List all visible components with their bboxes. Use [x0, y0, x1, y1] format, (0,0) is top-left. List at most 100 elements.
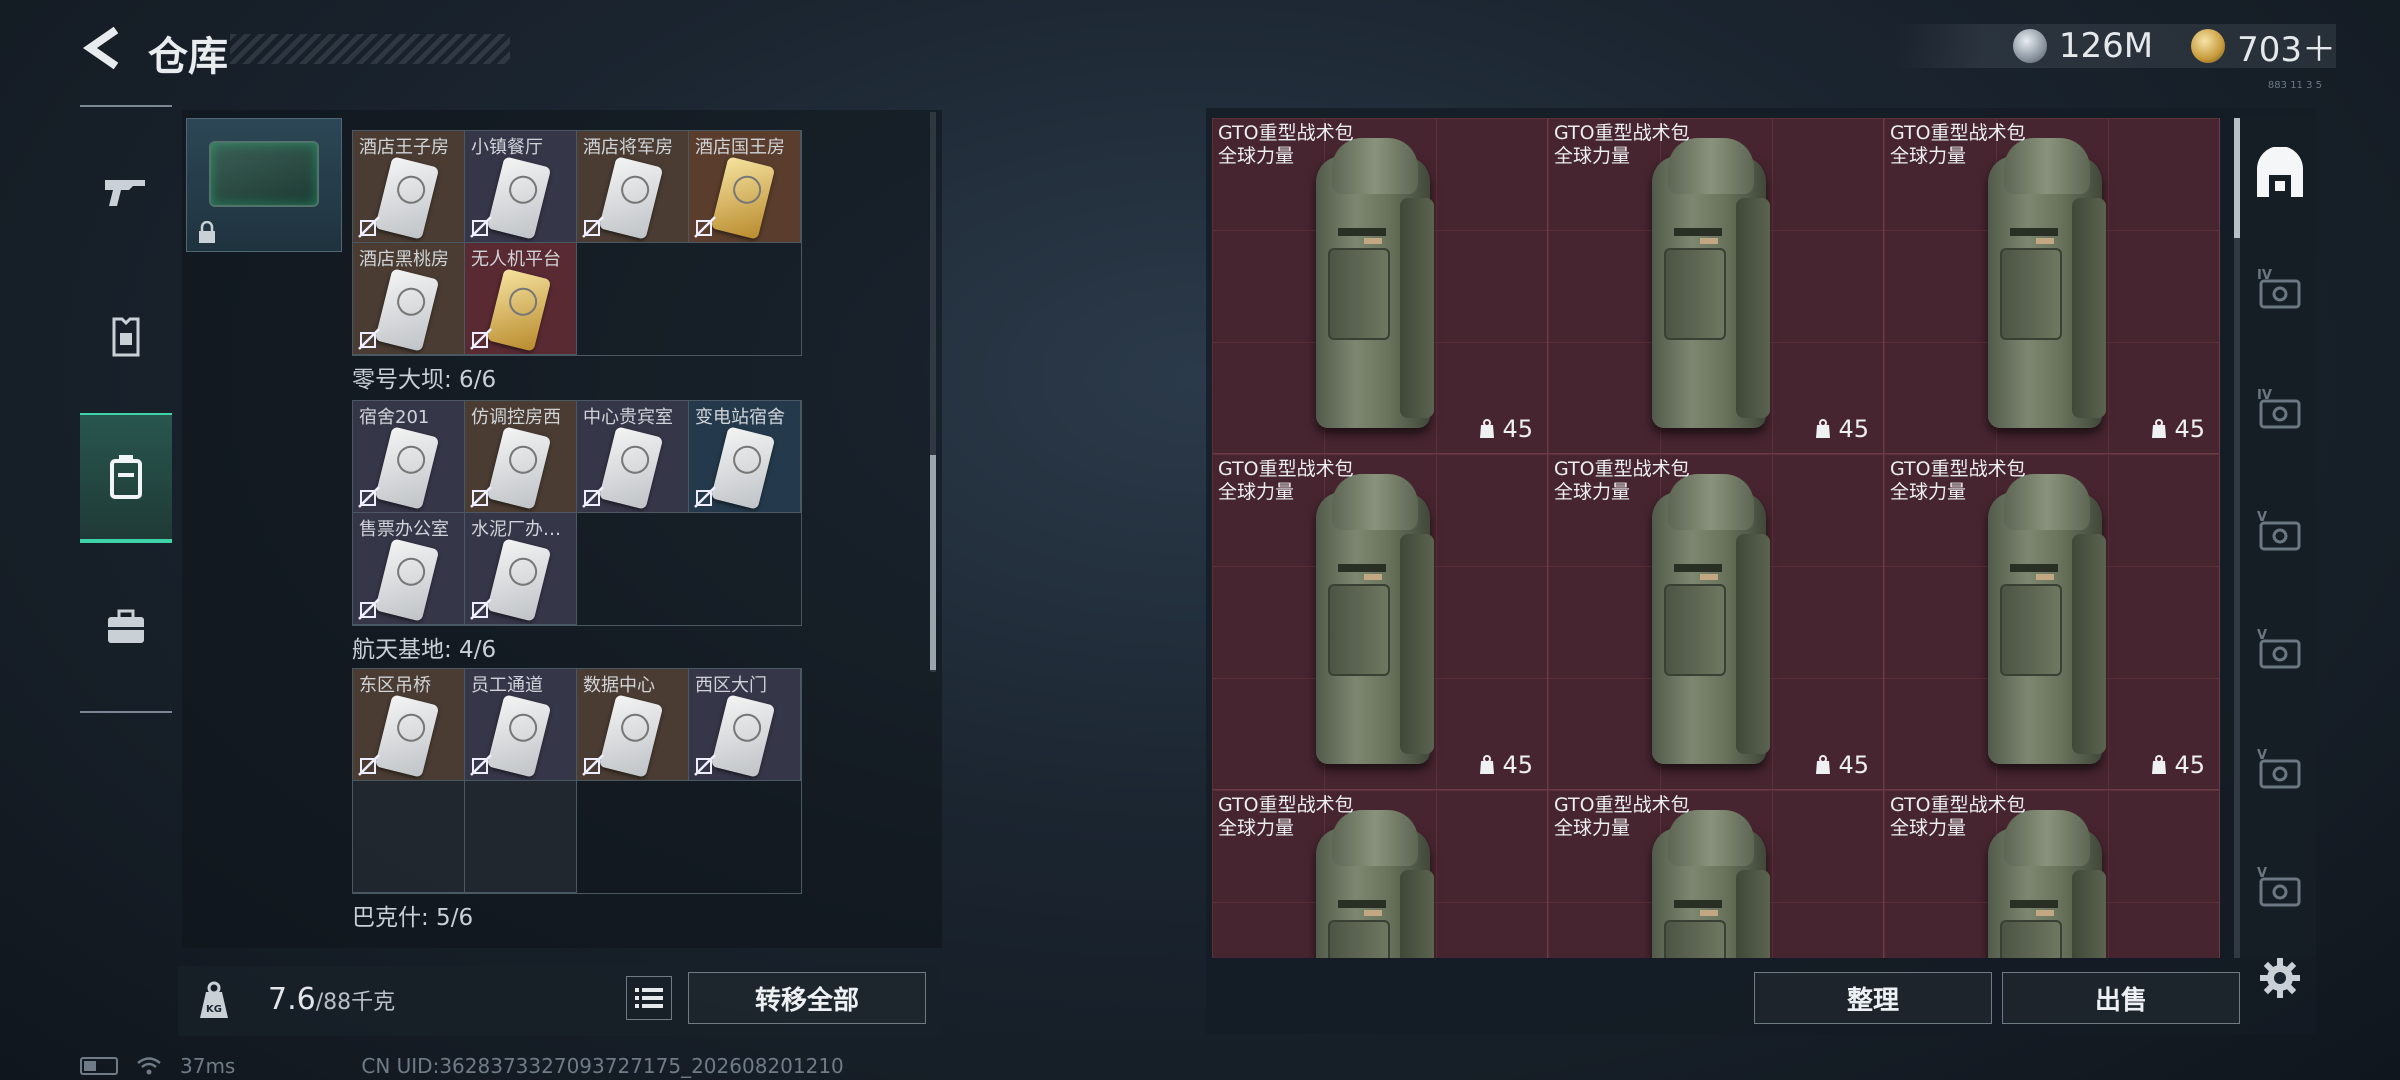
item-capacity: 45 — [1814, 751, 1869, 779]
item-brand: 全球力量 — [1554, 817, 1631, 839]
empty-slot[interactable] — [465, 781, 577, 893]
item-capacity-value: 45 — [1502, 751, 1533, 779]
category-keys[interactable] — [80, 413, 172, 543]
back-button[interactable] — [78, 22, 126, 74]
keycard-image — [486, 268, 552, 352]
key-item[interactable]: 东区吊桥 — [353, 669, 465, 781]
key-grid-top: 酒店王子房 小镇餐厅 酒店将军房 酒店国王房酒店黑桃房 无人机平台 — [352, 130, 802, 356]
rail-label: IV — [2257, 388, 2272, 403]
backpack-image — [1308, 474, 1438, 774]
list-view-button[interactable] — [626, 976, 672, 1020]
gold-currency-value[interactable]: 703＋ — [2237, 22, 2336, 71]
armor-icon — [112, 317, 140, 357]
keycard-image — [710, 156, 776, 240]
key-item[interactable]: 小镇餐厅 — [465, 131, 577, 243]
section-label-dam: 零号大坝: 6/6 — [352, 367, 497, 393]
vehicle-v-icon: V — [2257, 628, 2301, 669]
backpack-item[interactable]: GTO重型战术包全球力量45 — [1884, 118, 2220, 454]
backpack-item[interactable]: GTO重型战术包全球力量45 — [1212, 790, 1548, 958]
item-name: GTO重型战术包 — [1554, 458, 1690, 480]
vehicle-v-icon: V — [2257, 866, 2301, 907]
no-loss-icon — [358, 598, 380, 620]
empty-slot[interactable] — [353, 781, 465, 893]
container-slot-2[interactable]: IV — [2252, 384, 2308, 440]
key-item[interactable]: 酒店将军房 — [577, 131, 689, 243]
container-slot-0[interactable] — [2252, 146, 2308, 202]
key-name: 无人机平台 — [471, 249, 561, 270]
category-armor[interactable] — [80, 272, 172, 402]
key-item[interactable]: 酒店王子房 — [353, 131, 465, 243]
capacity-icon — [1480, 419, 1495, 438]
item-name-block: GTO重型战术包 全球力量 — [1554, 122, 1690, 168]
category-weapons[interactable] — [80, 127, 172, 257]
transfer-all-button[interactable]: 转移全部 — [688, 972, 926, 1024]
ping-text: 37ms — [180, 1054, 236, 1078]
item-brand: 全球力量 — [1218, 481, 1295, 503]
briefcase-icon — [108, 609, 144, 643]
keycard-image — [374, 156, 440, 240]
container-slot-5[interactable]: V — [2252, 744, 2308, 800]
backpack-image — [1980, 474, 2110, 774]
item-capacity-value: 45 — [1838, 415, 1869, 443]
keycard-image — [710, 426, 776, 510]
backpack-item[interactable]: GTO重型战术包全球力量45 — [1884, 454, 2220, 790]
keycard-image — [598, 156, 664, 240]
version-text: 883 11 3 5 — [2267, 80, 2322, 91]
sort-button[interactable]: 整理 — [1754, 972, 1992, 1024]
lock-icon — [199, 221, 215, 243]
key-item[interactable]: 水泥厂办… — [465, 513, 577, 625]
item-capacity: 45 — [2150, 415, 2205, 443]
capacity-icon — [1816, 755, 1831, 774]
key-item[interactable]: 无人机平台 — [465, 243, 577, 355]
storage-scrollbar-thumb[interactable] — [930, 455, 936, 670]
item-capacity-value: 45 — [1502, 415, 1533, 443]
item-brand: 全球力量 — [1890, 481, 1967, 503]
item-name-block: GTO重型战术包 全球力量 — [1218, 458, 1354, 504]
backpack-item[interactable]: GTO重型战术包全球力量45 — [1548, 454, 1884, 790]
capacity-icon — [1480, 755, 1495, 774]
silver-coin-icon — [2012, 29, 2047, 63]
item-name: GTO重型战术包 — [1218, 794, 1354, 816]
key-item[interactable]: 售票办公室 — [353, 513, 465, 625]
backpack-image — [1980, 138, 2110, 438]
key-item[interactable]: 员工通道 — [465, 669, 577, 781]
no-loss-icon — [582, 754, 604, 776]
item-brand: 全球力量 — [1218, 145, 1295, 167]
backpack-item[interactable]: GTO重型战术包全球力量45 — [1212, 118, 1548, 454]
gear-icon — [2260, 958, 2300, 998]
vehicle-v-icon: V — [2257, 748, 2301, 789]
item-capacity-value: 45 — [1838, 751, 1869, 779]
key-item[interactable]: 中心贵宾室 — [577, 401, 689, 513]
key-item[interactable]: 变电站宿舍 — [689, 401, 801, 513]
key-name: 数据中心 — [583, 675, 655, 696]
key-case-container[interactable] — [186, 118, 342, 252]
backpack-item[interactable]: GTO重型战术包全球力量 45 — [1548, 118, 1884, 454]
item-capacity: 45 — [1478, 751, 1533, 779]
key-grid-space-base: 东区吊桥 员工通道 数据中心 西区大门 — [352, 668, 802, 894]
keycard-image — [486, 426, 552, 510]
key-item[interactable]: 酒店黑桃房 — [353, 243, 465, 355]
no-loss-icon — [470, 216, 492, 238]
key-item[interactable]: 数据中心 — [577, 669, 689, 781]
backpack-image — [1644, 474, 1774, 774]
list-icon — [635, 988, 663, 1008]
category-briefcase[interactable] — [80, 562, 172, 692]
item-capacity-value: 45 — [2174, 751, 2205, 779]
key-item[interactable]: 宿舍201 — [353, 401, 465, 513]
container-slot-1[interactable]: IV — [2252, 264, 2308, 320]
backpack-item[interactable]: GTO重型战术包全球力量45 — [1548, 790, 1884, 958]
gold-coin-icon — [2191, 29, 2226, 63]
sell-button[interactable]: 出售 — [2002, 972, 2240, 1024]
key-item[interactable]: 仿调控房西 — [465, 401, 577, 513]
key-item[interactable]: 西区大门 — [689, 669, 801, 781]
backpack-item[interactable]: GTO重型战术包全球力量 45 — [1212, 454, 1548, 790]
settings-button[interactable] — [2256, 954, 2304, 1002]
container-slot-3[interactable]: V — [2252, 506, 2308, 562]
key-item[interactable]: 酒店国王房 — [689, 131, 801, 243]
backpack-item[interactable]: GTO重型战术包全球力量45 — [1884, 790, 2220, 958]
container-slot-4[interactable]: V — [2252, 624, 2308, 680]
section-label-bakhsh: 巴克什: 5/6 — [352, 905, 474, 931]
wifi-icon — [137, 1057, 161, 1075]
item-capacity-value: 45 — [2174, 415, 2205, 443]
container-slot-6[interactable]: V — [2252, 862, 2308, 918]
